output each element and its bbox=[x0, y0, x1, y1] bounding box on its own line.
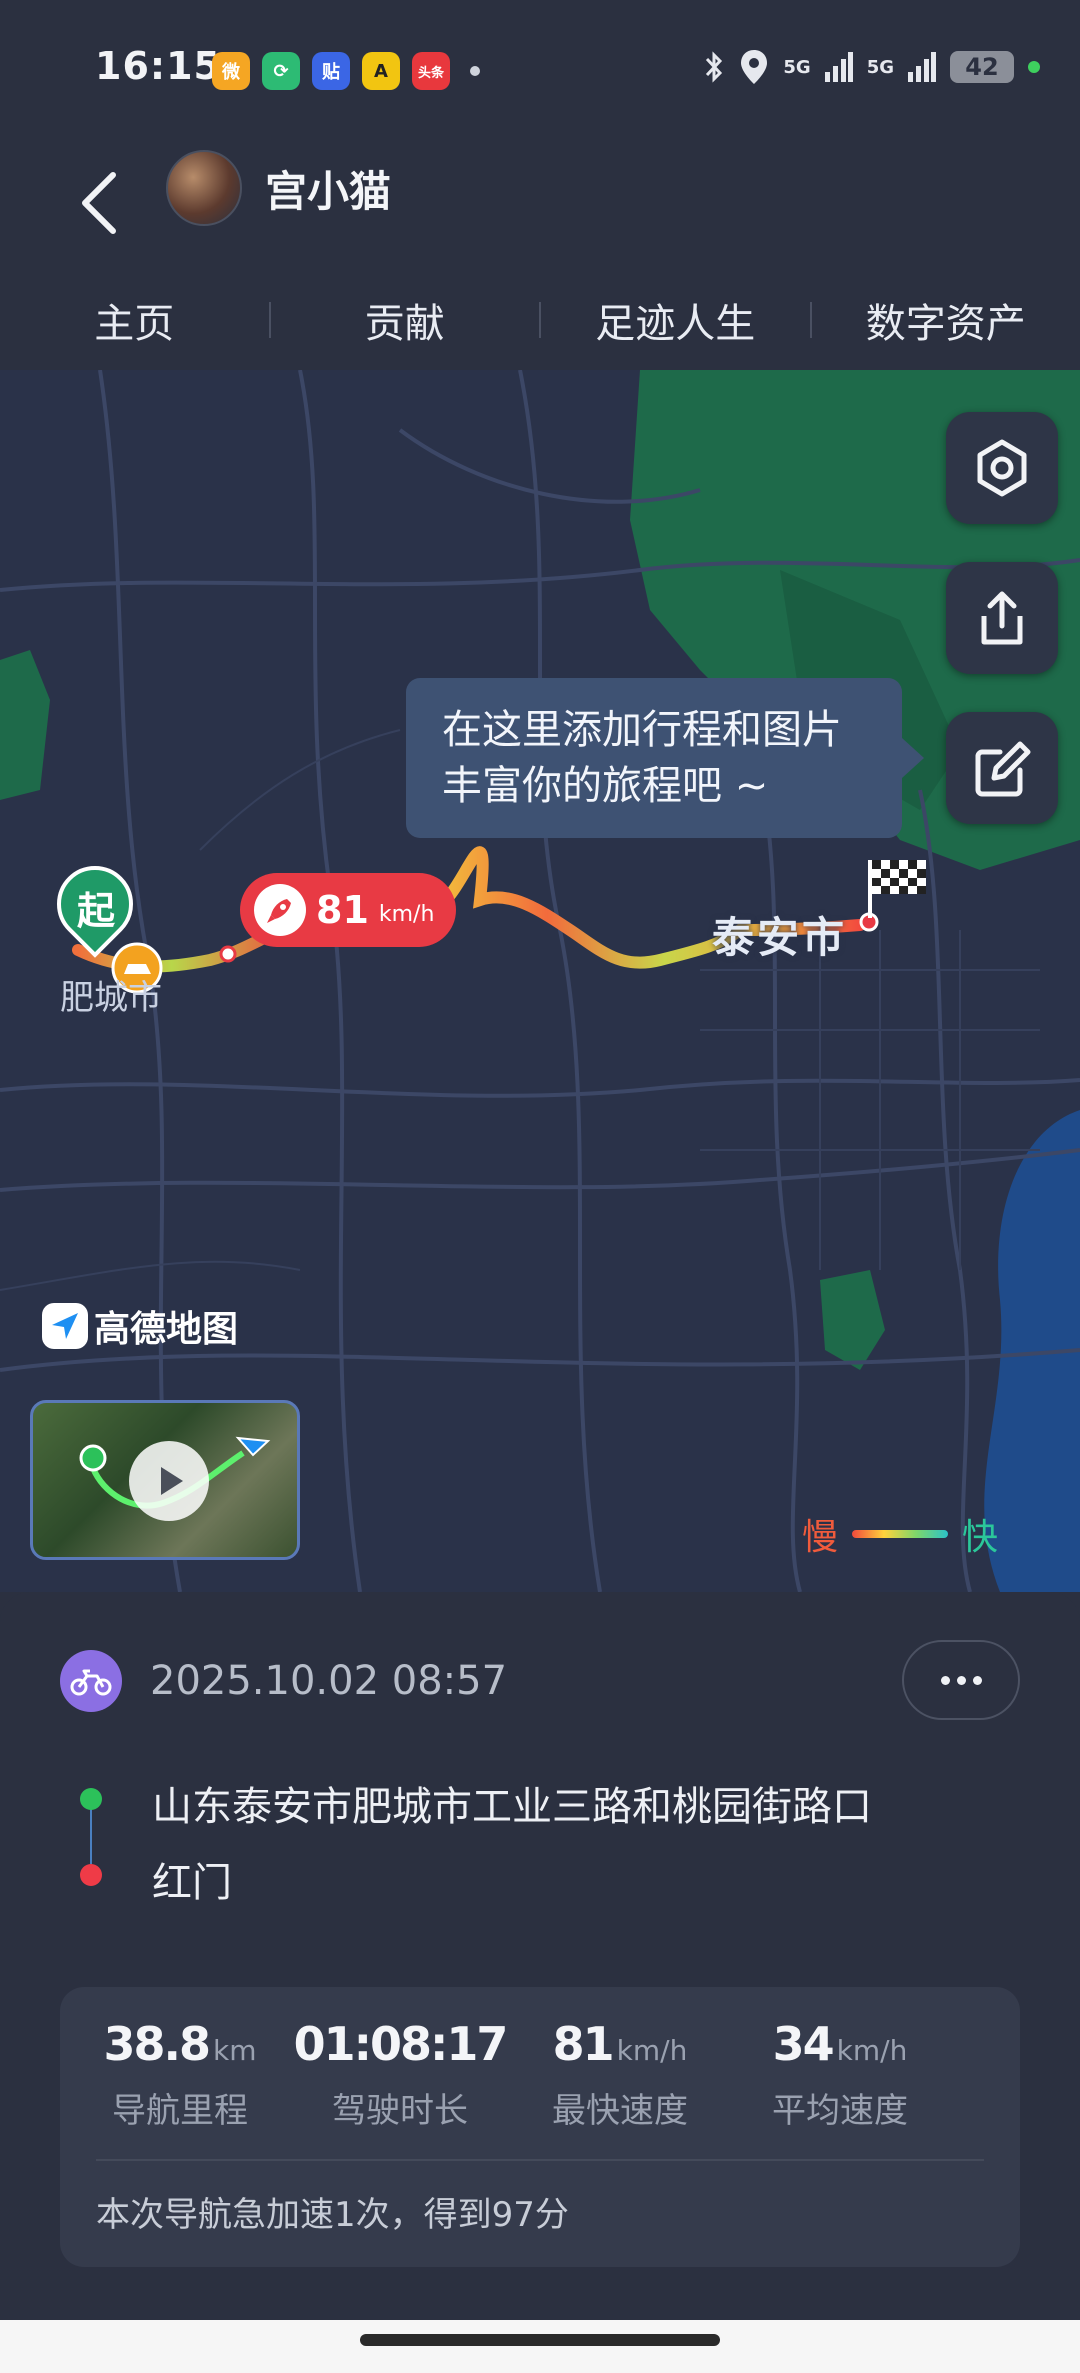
end-city-label: 泰安市 bbox=[712, 913, 848, 962]
signal-1-icon bbox=[824, 52, 853, 82]
share-button[interactable] bbox=[946, 562, 1058, 674]
tooltip-line-1: 在这里添加行程和图片 bbox=[442, 707, 842, 753]
start-dot-icon bbox=[80, 1788, 102, 1810]
tab-home[interactable]: 主页 bbox=[0, 291, 269, 349]
stat-duration-value: 01:08:17 bbox=[293, 2017, 509, 2071]
stat-duration: 01:08:17 驾驶时长 bbox=[280, 2017, 520, 2132]
max-speed-value: 81 bbox=[316, 888, 369, 932]
location-icon bbox=[741, 50, 768, 84]
amap-logo-icon bbox=[42, 1303, 88, 1349]
play-icon bbox=[161, 1467, 183, 1495]
stat-avg-speed-unit: km/h bbox=[836, 2034, 908, 2067]
park-area-south bbox=[820, 1270, 885, 1370]
stat-distance-unit: km bbox=[213, 2034, 257, 2067]
add-trip-tooltip[interactable]: 在这里添加行程和图片 丰富你的旅程吧 ~ bbox=[406, 678, 924, 838]
toutiao-icon: 头条 bbox=[412, 52, 450, 90]
stat-duration-label: 驾驶时长 bbox=[332, 2091, 468, 2131]
legend-gradient-bar bbox=[851, 1530, 948, 1538]
start-label: 起 bbox=[76, 889, 115, 933]
start-city-label: 肥城市 bbox=[60, 978, 162, 1018]
legend-fast-label: 快 bbox=[961, 1517, 998, 1558]
signal-2-icon bbox=[908, 52, 936, 82]
more-notifications-dot bbox=[470, 66, 480, 76]
signal-1-label: 5G bbox=[783, 56, 811, 78]
weibo-icon: 微 bbox=[212, 52, 250, 90]
settings-icon bbox=[977, 439, 1027, 497]
system-navigation-bar bbox=[0, 2320, 1080, 2373]
system-icons: 5G 5G 42 bbox=[703, 48, 1040, 86]
finish-flag-icon bbox=[868, 860, 926, 918]
trip-detail-panel: 2025.10.02 08:57 山东泰安市肥城市工业三路和桃园街路口 红门 3… bbox=[0, 1592, 1080, 2320]
stat-max-speed-label: 最快速度 bbox=[552, 2091, 688, 2131]
username: 宫小猫 bbox=[265, 167, 392, 216]
stat-max-speed-value: 81 bbox=[552, 2017, 615, 2071]
stat-max-speed-unit: km/h bbox=[616, 2034, 688, 2067]
share-icon bbox=[981, 591, 1023, 645]
more-dot-icon bbox=[940, 1675, 950, 1685]
max-speed-point bbox=[219, 945, 237, 963]
stat-distance-label: 导航里程 bbox=[112, 2091, 248, 2131]
start-address: 山东泰安市肥城市工业三路和桃园街路口 bbox=[152, 1784, 872, 1830]
amap-brand-text: 高德地图 bbox=[94, 1309, 239, 1350]
more-dot-icon bbox=[972, 1675, 982, 1685]
stat-avg-speed-label: 平均速度 bbox=[772, 2091, 908, 2131]
tab-footprint[interactable]: 足迹人生 bbox=[541, 291, 810, 349]
app-green-icon: ⟳ bbox=[262, 52, 300, 90]
charging-dot bbox=[1028, 61, 1040, 73]
more-options-button[interactable] bbox=[902, 1640, 1020, 1720]
chevron-left-icon bbox=[82, 172, 116, 234]
stat-avg-speed-value: 34 bbox=[772, 2017, 835, 2071]
trip-datetime: 2025.10.02 08:57 bbox=[150, 1658, 508, 1704]
bluetooth-icon bbox=[706, 51, 723, 83]
route-replay-video[interactable] bbox=[30, 1400, 300, 1560]
trip-stats-card: 38.8 km 导航里程 01:08:17 驾驶时长 81 km/h 最快速度 34… bbox=[60, 1987, 1020, 2267]
profile-tabs: 主页 贡献 足迹人生 数字资产 bbox=[0, 270, 1080, 370]
stats-divider bbox=[96, 2159, 984, 2161]
legend-slow-label: 慢 bbox=[801, 1517, 838, 1558]
status-time: 16:15 bbox=[95, 44, 221, 88]
app-yellow-icon: A bbox=[362, 52, 400, 90]
signal-2-label: 5G bbox=[866, 56, 894, 78]
route-map[interactable]: 起 肥城市 泰安市 81 km/h 在这里添加行程和图片 丰富你的旅程吧 ~ 高… bbox=[0, 370, 1080, 1592]
max-speed-tag: 81 km/h bbox=[240, 873, 457, 947]
back-button[interactable] bbox=[64, 158, 134, 248]
avatar[interactable] bbox=[166, 150, 242, 226]
speed-legend: 慢 快 bbox=[802, 1508, 998, 1560]
battery-icon: 42 bbox=[950, 51, 1014, 83]
stat-distance-value: 38.8 bbox=[103, 2017, 211, 2071]
status-bar: 16:15 微 ⟳ 贴 A 头条 5G 5G 42 bbox=[0, 0, 1080, 140]
play-button[interactable] bbox=[129, 1441, 209, 1521]
settings-button[interactable] bbox=[946, 412, 1058, 524]
motorcycle-icon bbox=[60, 1650, 122, 1712]
stat-max-speed: 81 km/h 最快速度 bbox=[500, 2017, 740, 2132]
park-area-left bbox=[0, 650, 50, 800]
home-indicator[interactable] bbox=[360, 2334, 720, 2346]
max-speed-unit: km/h bbox=[378, 901, 435, 927]
tooltip-line-2: 丰富你的旅程吧 ~ bbox=[442, 763, 769, 809]
tab-digital-assets[interactable]: 数字资产 bbox=[812, 291, 1080, 349]
end-dot-icon bbox=[80, 1864, 102, 1886]
rocket-icon bbox=[254, 884, 306, 936]
stat-distance: 38.8 km 导航里程 bbox=[60, 2017, 300, 2132]
more-dot-icon bbox=[956, 1675, 966, 1685]
tieba-icon: 贴 bbox=[312, 52, 350, 90]
end-address: 红门 bbox=[152, 1860, 232, 1906]
edit-button[interactable] bbox=[946, 712, 1058, 824]
stat-avg-speed: 34 km/h 平均速度 bbox=[720, 2017, 960, 2132]
amap-logo: 高德地图 bbox=[42, 1300, 238, 1352]
header: 宫小猫 bbox=[0, 140, 1080, 270]
driving-score-note: 本次导航急加速1次，得到97分 bbox=[96, 2195, 569, 2235]
edit-icon bbox=[975, 741, 1031, 797]
notification-icons: 微 ⟳ 贴 A 头条 bbox=[212, 52, 480, 90]
tab-contribution[interactable]: 贡献 bbox=[271, 291, 540, 349]
